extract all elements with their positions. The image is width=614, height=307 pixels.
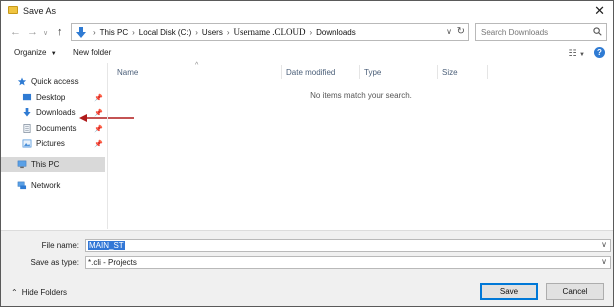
chevron-right-icon[interactable]: › <box>195 28 198 37</box>
nav-item-this-pc[interactable]: This PC <box>1 157 105 172</box>
column-divider[interactable] <box>359 65 360 79</box>
nav-item-documents[interactable]: Documents 📌 <box>1 121 105 136</box>
hide-folders-button[interactable]: ⌃ Hide Folders <box>11 288 67 297</box>
documents-icon <box>23 124 31 133</box>
address-row: ← → ∨ ↑ › This PC › Local Disk (C:) › Us… <box>1 23 613 43</box>
recent-dropdown-icon[interactable]: ∨ <box>43 29 48 37</box>
chevron-right-icon[interactable]: › <box>309 28 312 37</box>
nav-item-label: This PC <box>31 160 60 169</box>
breadcrumb-downloads[interactable]: Downloads <box>316 28 356 37</box>
address-bar[interactable]: › This PC › Local Disk (C:) › Users › Us… <box>71 23 469 41</box>
nav-item-label: Downloads <box>36 108 76 117</box>
file-name-field[interactable]: MAIN_ST ∨ <box>85 239 611 252</box>
column-header-size[interactable]: Size <box>442 68 458 77</box>
chevron-up-icon: ⌃ <box>11 288 18 297</box>
network-icon <box>17 181 27 190</box>
file-list: ^ Name Date modified Type Size No items … <box>109 62 613 229</box>
pin-icon[interactable]: 📌 <box>94 94 103 102</box>
pin-icon[interactable]: 📌 <box>94 140 103 148</box>
pictures-icon <box>22 139 32 148</box>
file-name-value: MAIN_ST <box>88 241 125 250</box>
nav-item-network[interactable]: Network <box>1 178 105 193</box>
command-bar: Organize ▼ New folder ☷ ▼ ? <box>1 46 613 62</box>
hide-folders-label: Hide Folders <box>21 288 68 297</box>
nav-item-label: Network <box>31 181 61 190</box>
window-title: Save As <box>23 6 57 16</box>
column-header-type[interactable]: Type <box>364 68 381 77</box>
up-arrow-icon[interactable]: ↑ <box>57 26 63 38</box>
nav-item-label: Desktop <box>36 93 66 102</box>
downloads-icon <box>23 108 31 117</box>
computer-icon <box>17 160 27 169</box>
help-icon[interactable]: ? <box>594 47 605 58</box>
breadcrumb-users[interactable]: Users <box>202 28 223 37</box>
column-divider[interactable] <box>281 65 282 79</box>
view-options-icon[interactable]: ☷ ▼ <box>568 48 585 59</box>
nav-item-label: Pictures <box>36 139 65 148</box>
chevron-down-icon[interactable]: ∨ <box>601 240 607 249</box>
save-as-type-label: Save as type: <box>30 258 79 267</box>
empty-state-message: No items match your search. <box>310 91 412 100</box>
save-as-type-value: *.cli - Projects <box>88 258 137 267</box>
new-folder-button[interactable]: New folder <box>73 48 111 57</box>
nav-item-pictures[interactable]: Pictures 📌 <box>1 136 105 151</box>
dialog-footer: File name: MAIN_ST ∨ Save as type: *.cli… <box>1 230 613 306</box>
save-as-dialog: Save As ✕ ← → ∨ ↑ › This PC › Local Disk… <box>0 0 614 307</box>
title-bar: Save As ✕ <box>1 1 613 21</box>
organize-button[interactable]: Organize ▼ <box>14 48 57 57</box>
navigation-pane: Quick access Desktop 📌 Downloads 📌 Docum… <box>1 65 106 229</box>
chevron-down-icon[interactable]: ∨ <box>446 27 452 36</box>
folder-icon <box>8 6 18 14</box>
search-icon <box>593 27 602 36</box>
chevron-down-icon[interactable]: ∨ <box>601 257 607 266</box>
sort-ascending-icon: ^ <box>195 62 199 69</box>
column-divider[interactable] <box>437 65 438 79</box>
chevron-right-icon[interactable]: › <box>132 28 135 37</box>
pin-icon[interactable]: 📌 <box>94 125 103 133</box>
chevron-down-icon: ▼ <box>50 51 57 57</box>
pane-splitter[interactable] <box>107 63 108 229</box>
downloads-icon <box>76 26 86 38</box>
breadcrumb-username[interactable]: Username .CLOUD <box>233 27 305 37</box>
nav-item-label: Quick access <box>31 77 79 86</box>
chevron-right-icon[interactable]: › <box>93 28 96 37</box>
file-name-label: File name: <box>41 241 79 250</box>
nav-item-label: Documents <box>36 124 77 133</box>
nav-item-desktop[interactable]: Desktop 📌 <box>1 90 105 105</box>
cancel-button[interactable]: Cancel <box>546 283 604 300</box>
save-button[interactable]: Save <box>480 283 538 300</box>
search-placeholder: Search Downloads <box>481 27 549 37</box>
column-header-name[interactable]: Name <box>117 68 138 77</box>
search-input[interactable]: Search Downloads <box>475 23 607 41</box>
organize-label: Organize <box>14 48 47 57</box>
desktop-icon <box>22 93 32 101</box>
refresh-icon[interactable]: ↻ <box>457 26 465 37</box>
nav-item-quick-access[interactable]: Quick access <box>1 74 105 89</box>
forward-arrow-icon[interactable]: → <box>27 26 38 38</box>
column-header-date-modified[interactable]: Date modified <box>286 68 335 77</box>
chevron-right-icon[interactable]: › <box>227 28 230 37</box>
breadcrumb-local-disk[interactable]: Local Disk (C:) <box>139 28 191 37</box>
breadcrumb-this-pc[interactable]: This PC <box>100 28 128 37</box>
column-divider[interactable] <box>487 65 488 79</box>
back-arrow-icon[interactable]: ← <box>10 26 21 38</box>
save-as-type-select[interactable]: *.cli - Projects ∨ <box>85 256 611 269</box>
close-icon[interactable]: ✕ <box>594 3 605 19</box>
star-icon <box>17 77 27 86</box>
